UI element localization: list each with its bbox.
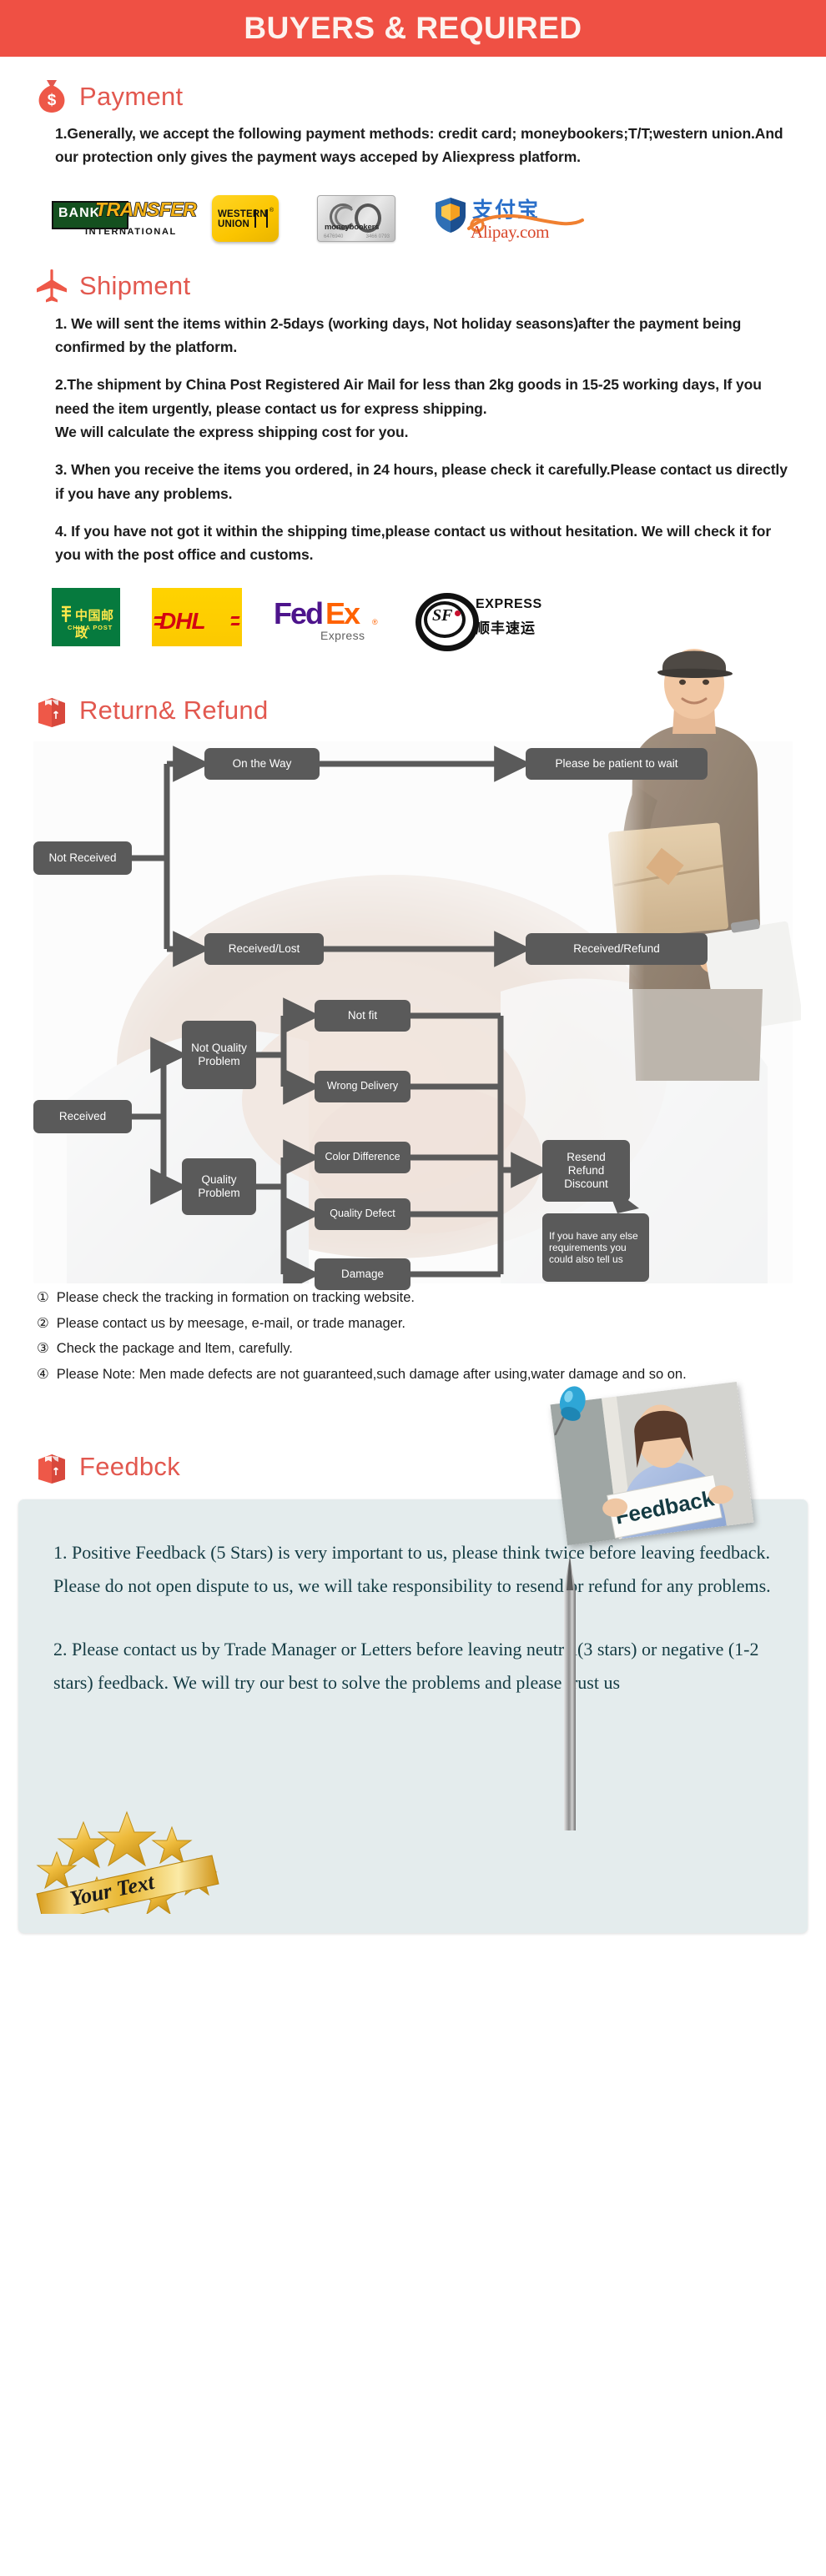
sf-express-logo: SF EXPRESS 顺丰速运 xyxy=(416,590,559,651)
open-box-icon xyxy=(35,693,68,728)
pen-icon xyxy=(553,1554,587,1835)
moneybookers-left-code: 6476940 xyxy=(324,233,344,239)
pushpin-icon xyxy=(543,1381,600,1443)
flow-node-color-difference: Color Difference xyxy=(315,1141,410,1173)
shipment-paragraph-1: 1. We will sent the items within 2-5days… xyxy=(55,314,742,356)
shipment-body: 1. We will sent the items within 2-5days… xyxy=(0,312,826,567)
return-refund-title: Return& Refund xyxy=(79,695,269,726)
page-header-banner: BUYERS & REQUIRED xyxy=(0,0,826,57)
sf-chinese: 顺丰速运 xyxy=(476,620,536,637)
fedex-logo: Fed Ex ® Express xyxy=(274,588,384,646)
flow-node-received-refund: Received/Refund xyxy=(526,932,708,965)
note-number: ③ xyxy=(37,1341,49,1357)
payment-paragraph-1: 1.Generally, we accept the following pay… xyxy=(55,125,783,166)
sf-label: EXPRESS xyxy=(476,596,542,611)
page-title: BUYERS & REQUIRED xyxy=(244,11,582,45)
payment-logos: BANK TRANSFER INTERNATIONAL WESTERN UNIO… xyxy=(0,183,826,247)
moneybookers-label: moneybookers xyxy=(325,222,380,232)
alipay-logo: 支付宝 Alipay.com xyxy=(434,195,584,242)
dhl-label: DHL xyxy=(159,607,206,634)
fedex-part2: Ex xyxy=(325,595,360,630)
flow-node-not-received: Not Received xyxy=(33,841,132,875)
china-post-mark-icon xyxy=(60,605,73,624)
dhl-logo: DHL xyxy=(152,587,242,646)
moneybookers-right-code: 3466 0793 xyxy=(365,233,390,239)
list-item: ③ Check the package and ltem, carefully. xyxy=(37,1338,796,1360)
return-refund-notes: ① Please check the tracking in formation… xyxy=(0,1283,826,1386)
feedback-paragraph-1: 1. Positive Feedback (5 Stars) is very i… xyxy=(53,1541,771,1596)
flow-node-quality-defect: Quality Defect xyxy=(315,1198,410,1230)
feedback-photo: Feedback xyxy=(550,1381,754,1545)
feedback-panel: 1. Positive Feedback (5 Stars) is very i… xyxy=(18,1499,808,1933)
flow-node-wrong-delivery: Wrong Delivery xyxy=(315,1070,410,1102)
note-text: Please check the tracking in formation o… xyxy=(56,1289,416,1305)
seller-policy-banner: BUYERS & REQUIRED $ Payment 1.Generally,… xyxy=(0,0,826,2576)
return-refund-section: Return& Refund Not Received On the Way P… xyxy=(0,651,826,1386)
fedex-mark: ® xyxy=(372,617,378,626)
bank-transfer-tertiary: INTERNATIONAL xyxy=(85,226,177,237)
shipment-paragraph-4: 3. When you receive the items you ordere… xyxy=(55,461,788,502)
sf-monogram: SF xyxy=(432,605,453,625)
western-union-logo: WESTERN UNION ® xyxy=(212,194,279,242)
fedex-sublabel: Express xyxy=(320,628,365,642)
flow-node-on-the-way: On the Way xyxy=(204,747,320,780)
note-text: Please contact us by meesage, e-mail, or… xyxy=(56,1315,406,1331)
payment-section: $ Payment 1.Generally, we accept the fol… xyxy=(0,57,826,247)
list-item: ① Please check the tracking in formation… xyxy=(37,1287,796,1309)
money-bag-icon: $ xyxy=(35,78,68,113)
note-text: Check the package and ltem, carefully. xyxy=(56,1341,293,1357)
shipment-section: Shipment 1. We will sent the items withi… xyxy=(0,247,826,1081)
bank-transfer-logo: BANK TRANSFER INTERNATIONAL xyxy=(52,198,198,238)
flow-node-quality-problem: Quality Problem xyxy=(182,1157,256,1215)
note-number: ② xyxy=(37,1315,49,1331)
airplane-icon xyxy=(35,269,68,304)
flow-node-be-patient: Please be patient to wait xyxy=(526,747,708,780)
shipment-paragraph-2: 2.The shipment by China Post Registered … xyxy=(55,376,762,417)
flow-node-not-quality-problem: Not Quality Problem xyxy=(182,1020,256,1089)
china-post-logo: 中国邮政 CHINA POST xyxy=(52,587,120,646)
shipment-title: Shipment xyxy=(79,271,191,301)
note-number: ④ xyxy=(37,1366,49,1382)
flow-node-resend-refund-discount: Resend Refund Discount xyxy=(542,1139,630,1202)
open-box-icon xyxy=(35,1449,68,1484)
moneybookers-logo: moneybookers 6476940 3466 0793 xyxy=(317,194,395,242)
western-union-mark: ® xyxy=(269,207,274,213)
note-number: ① xyxy=(37,1289,49,1305)
feedback-paragraph-2: 2. Please contact us by Trade Manager or… xyxy=(53,1638,759,1693)
flow-node-tell-us: If you have any else requirements you co… xyxy=(542,1213,649,1282)
flow-node-received-lost: Received/Lost xyxy=(204,932,324,965)
shipment-heading: Shipment xyxy=(0,247,826,312)
flowchart-connectors xyxy=(132,746,639,1283)
list-item: ② Please contact us by meesage, e-mail, … xyxy=(37,1313,796,1335)
note-text: Please Note: Men made defects are not gu… xyxy=(56,1366,687,1382)
payment-heading: $ Payment xyxy=(0,57,826,122)
return-refund-heading: Return& Refund xyxy=(0,671,826,736)
flow-node-received: Received xyxy=(33,1099,132,1133)
flow-node-not-fit: Not fit xyxy=(315,999,410,1032)
china-post-latin: CHINA POST xyxy=(68,623,113,631)
feedback-title: Feedbck xyxy=(79,1452,180,1482)
bank-transfer-secondary: TRANSFER xyxy=(94,198,197,221)
shipment-paragraph-3: We will calculate the express shipping c… xyxy=(55,424,409,441)
bank-transfer-primary: BANK xyxy=(58,205,101,220)
fedex-part1: Fed xyxy=(274,595,324,630)
list-item: ④ Please Note: Men made defects are not … xyxy=(37,1363,796,1386)
your-text-badge: Your Text xyxy=(33,1807,224,1923)
payment-title: Payment xyxy=(79,81,184,111)
alipay-shield-icon xyxy=(434,197,467,238)
western-union-bars xyxy=(254,208,268,228)
payment-body: 1.Generally, we accept the following pay… xyxy=(0,122,826,169)
svg-text:$: $ xyxy=(48,92,57,109)
shipment-paragraph-5: 4. If you have not got it within the shi… xyxy=(55,523,772,564)
shipment-logos: 中国邮政 CHINA POST DHL Fed Ex ® Express SF … xyxy=(0,581,826,651)
return-flowchart: Not Received On the Way Please be patien… xyxy=(33,741,793,1290)
alipay-latin: Alipay.com xyxy=(471,221,550,242)
feedback-section: Feedbck Feedback 1. Positive Feedback (5… xyxy=(0,1381,826,1933)
